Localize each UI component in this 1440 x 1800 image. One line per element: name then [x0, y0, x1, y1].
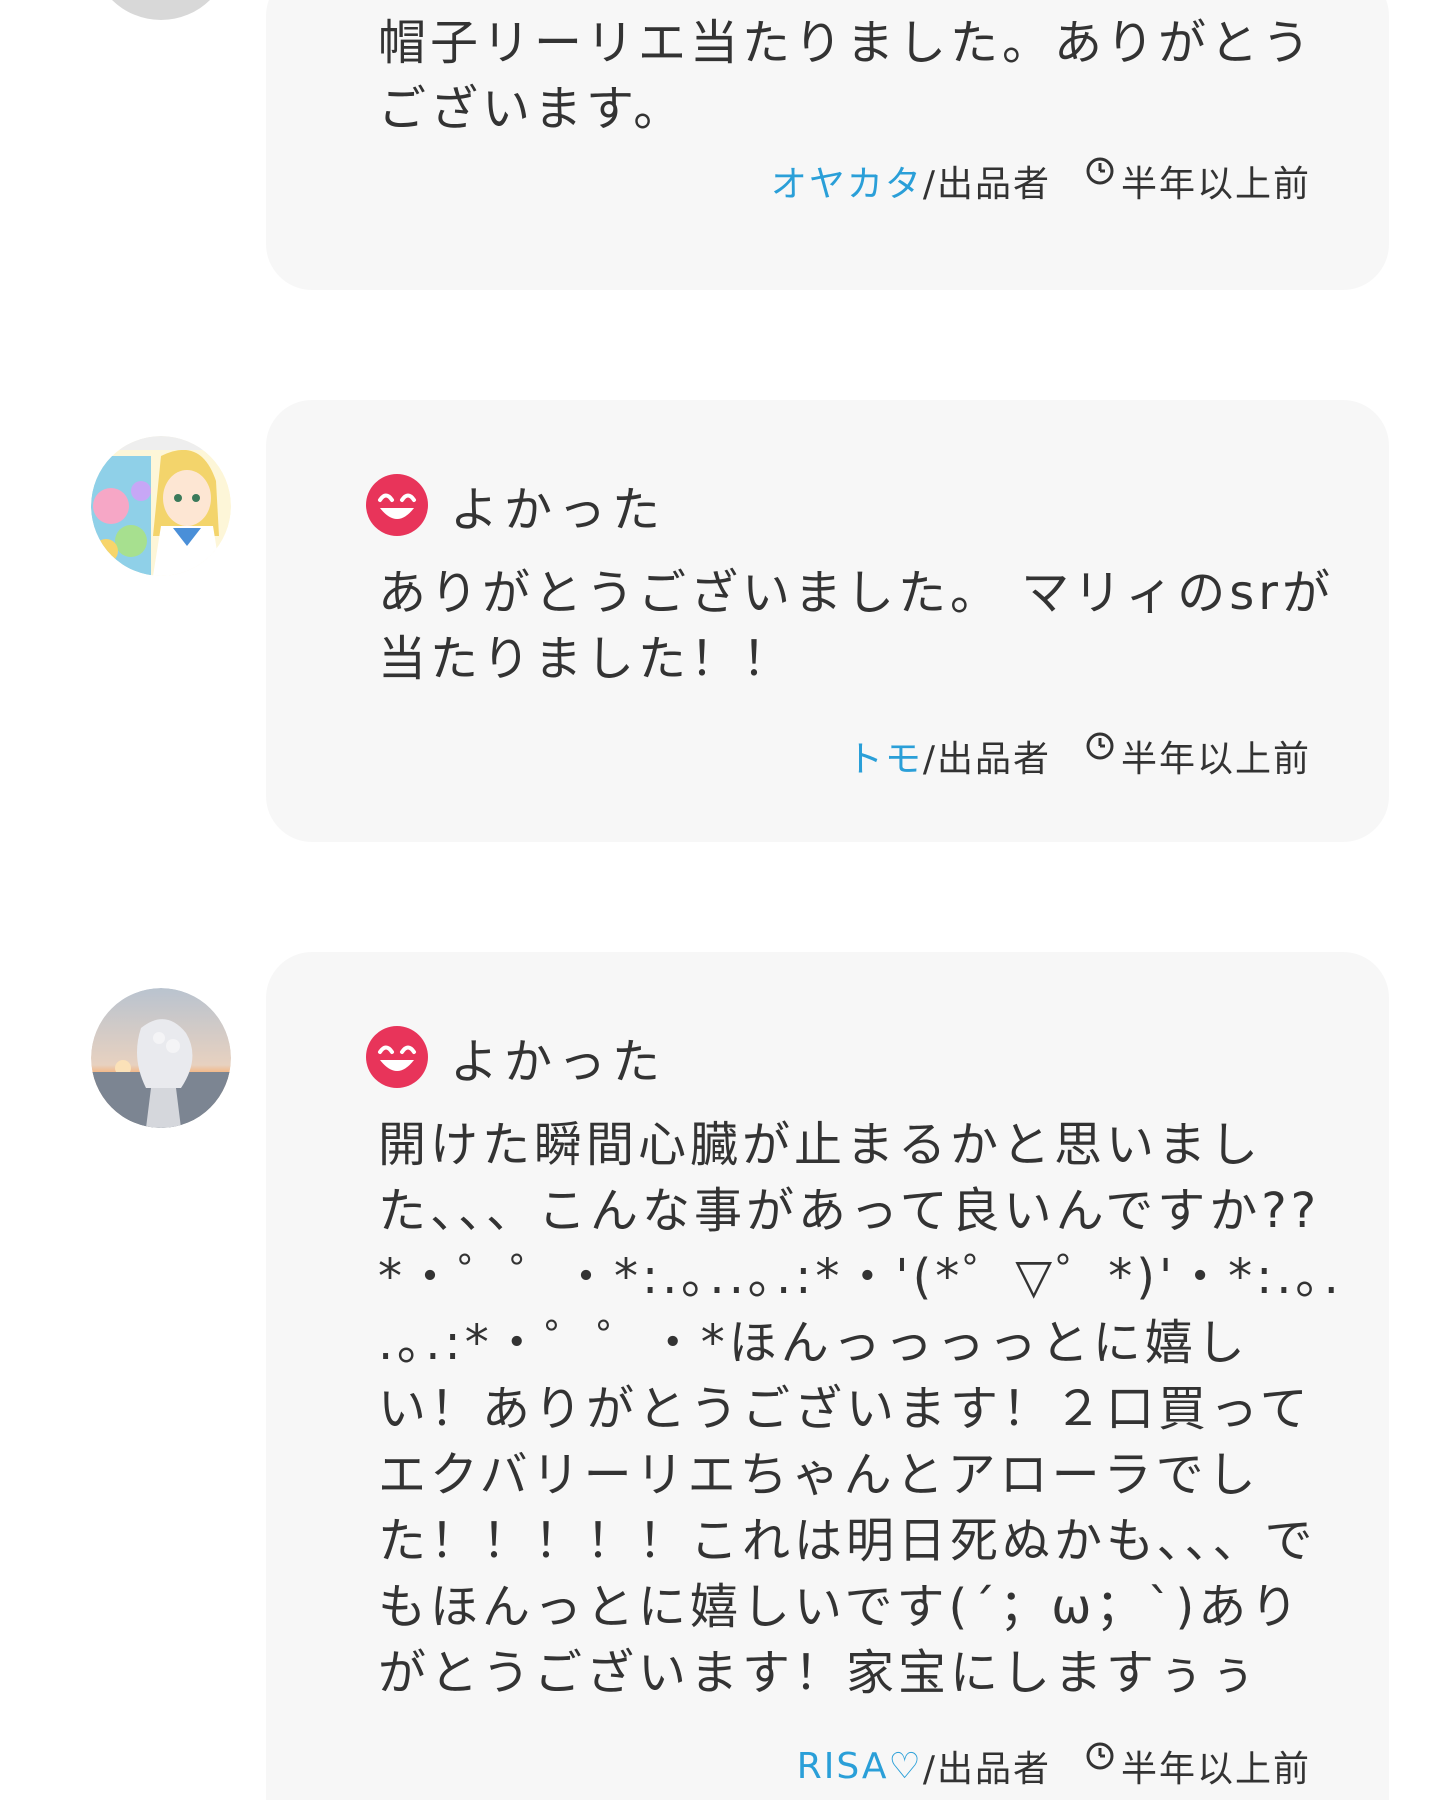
timestamp: 半年以上前 — [1085, 730, 1311, 782]
time-label: 半年以上前 — [1120, 1749, 1311, 1790]
reaction: よかった — [366, 1022, 666, 1092]
reviewer-avatar[interactable] — [91, 0, 231, 20]
author-link[interactable]: トモ — [847, 730, 923, 782]
time-label: 半年以上前 — [1120, 164, 1311, 205]
author-role: /出品者 — [922, 1749, 1051, 1790]
reaction-label: よかった — [450, 482, 667, 538]
review-comment: 帽子リーリエ当たりました。ありがとうございます。 — [378, 15, 1315, 137]
avatar-image — [91, 0, 231, 20]
grinning-face-icon — [366, 1026, 428, 1088]
author-link[interactable]: RISA♡ — [797, 1746, 923, 1787]
reaction: よかった — [366, 470, 666, 540]
clock-icon — [1086, 732, 1114, 760]
avatar-image — [91, 436, 231, 576]
review-comment: 開けた瞬間心臓が止まるかと思いました、、、こんな事があって良いんですか?? *・… — [378, 1117, 1363, 1701]
clock-icon — [1086, 1742, 1114, 1770]
timestamp: 半年以上前 — [1085, 1740, 1311, 1792]
author-role: /出品者 — [922, 164, 1051, 205]
grinning-face-icon — [366, 474, 428, 536]
clock-icon — [1086, 157, 1114, 185]
review-meta: RISA♡ /出品者 半年以上前 — [797, 1740, 1311, 1792]
review-card: よかった ありがとうございました。 マリィのsrが当たりました！！ トモ /出品… — [266, 400, 1389, 842]
review-card: よかった 開けた瞬間心臓が止まるかと思いました、、、こんな事があって良いんですか… — [266, 952, 1389, 1800]
review-comment: ありがとうございました。 マリィのsrが当たりました！！ — [378, 565, 1335, 687]
timestamp: 半年以上前 — [1085, 155, 1311, 207]
reviewer-avatar[interactable] — [91, 988, 231, 1128]
author-role: /出品者 — [922, 739, 1051, 780]
review-meta: オヤカタ /出品者 半年以上前 — [771, 155, 1311, 207]
avatar-image — [91, 988, 231, 1128]
time-label: 半年以上前 — [1120, 739, 1311, 780]
review-meta: トモ /出品者 半年以上前 — [847, 730, 1311, 782]
author-link[interactable]: オヤカタ — [771, 155, 923, 207]
reviewer-avatar[interactable] — [91, 436, 231, 576]
review-list: 帽子リーリエ当たりました。ありがとうございます。 オヤカタ /出品者 半年以上前 — [0, 0, 1440, 1800]
review-card: 帽子リーリエ当たりました。ありがとうございます。 オヤカタ /出品者 半年以上前 — [266, 0, 1389, 290]
reaction-label: よかった — [450, 1034, 667, 1090]
